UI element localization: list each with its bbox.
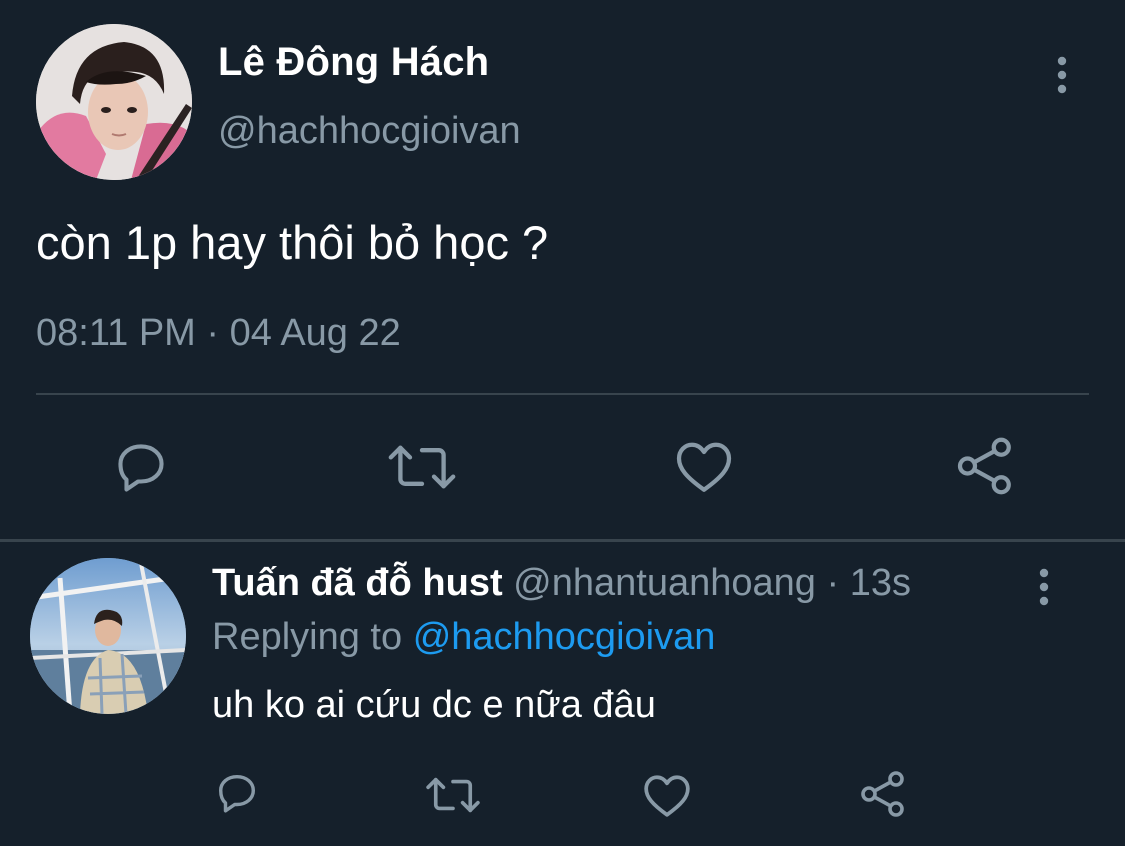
retweet-icon[interactable] <box>386 438 458 496</box>
author-name[interactable]: Lê Đông Hách <box>218 40 489 85</box>
replying-to-label: Replying to <box>212 616 403 658</box>
author-handle[interactable]: @hachhocgioivan <box>218 110 521 153</box>
tweet-timestamp[interactable]: 08:11 PM · 04 Aug 22 <box>36 312 401 355</box>
share-icon[interactable] <box>954 436 1016 496</box>
more-vertical-icon[interactable] <box>1030 564 1058 608</box>
avatar-photo <box>36 24 192 180</box>
avatar-photo <box>30 558 186 714</box>
share-icon[interactable] <box>858 770 908 818</box>
tweet-text: còn 1p hay thôi bỏ học ? <box>36 216 549 269</box>
tweet-detail-screen: Lê Đông Hách @hachhocgioivan còn 1p hay … <box>0 0 1125 846</box>
divider <box>36 393 1089 395</box>
more-vertical-icon[interactable] <box>1046 52 1078 96</box>
section-divider <box>0 539 1125 542</box>
main-tweet: Lê Đông Hách @hachhocgioivan còn 1p hay … <box>0 0 1125 540</box>
replying-to-mention[interactable]: @hachhocgioivan <box>413 616 716 658</box>
like-icon[interactable] <box>642 772 692 818</box>
reply-header: Tuấn đã đỗ hust @nhantuanhoang · 13s <box>212 562 911 605</box>
reply-icon[interactable] <box>112 438 170 496</box>
avatar[interactable] <box>36 24 192 180</box>
reply-author-handle[interactable]: @nhantuanhoang <box>513 562 816 604</box>
replying-to: Replying to @hachhocgioivan <box>212 616 715 659</box>
like-icon[interactable] <box>674 438 734 494</box>
reply-text: uh ko ai cứu dc e nữa đâu <box>212 684 656 726</box>
retweet-icon[interactable] <box>424 772 482 818</box>
reply-icon[interactable] <box>214 770 260 816</box>
reply-avatar[interactable] <box>30 558 186 714</box>
reply-time: · 13s <box>826 562 911 604</box>
reply-author-name[interactable]: Tuấn đã đỗ hust <box>212 562 503 604</box>
